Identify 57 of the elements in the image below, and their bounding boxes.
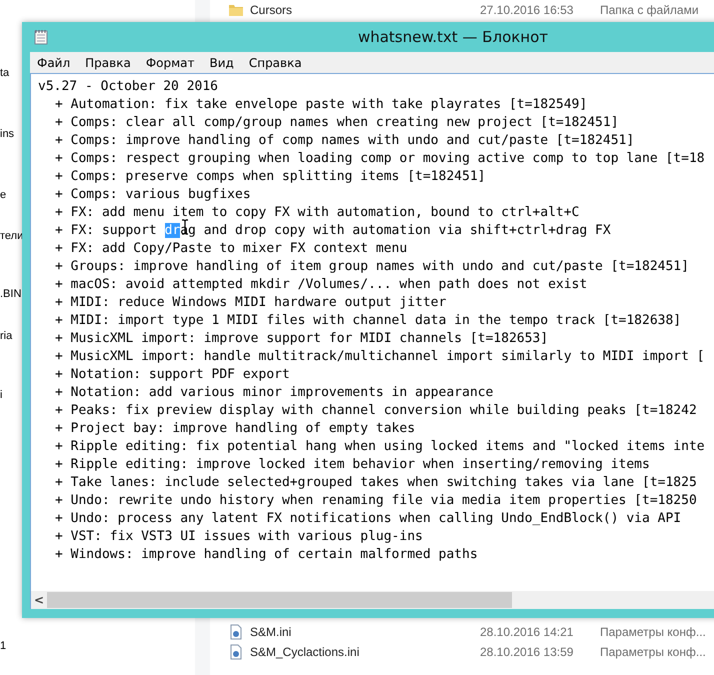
text-line: + Automation: fix take envelope paste with take playrates [t=182549] — [54, 96, 588, 114]
text-line: + Undo: rewrite undo history when renaming file via media item properties [t=18250 — [54, 492, 698, 510]
text-line: + MusicXML import: improve support for MIDI channels [t=182653] — [54, 330, 550, 348]
text-line: + Comps: clear all comp/group names when creating new project [t=182451] — [54, 114, 620, 132]
text-line: + Comps: improve handling of comp names with undo and cut/paste [t=182451] — [54, 132, 636, 150]
text-line: + Groups: improve handling of item group names with undo and cut/paste [t=182451] — [54, 258, 690, 276]
nav-item[interactable]: ria — [0, 329, 12, 343]
nav-item[interactable]: i — [0, 388, 2, 402]
text-line: + VST: fix VST3 UI issues with various plug-ins — [54, 528, 424, 546]
file-name[interactable]: S&M.ini — [250, 625, 480, 639]
menu-item[interactable]: Формат — [138, 56, 203, 70]
file-type: Параметры конф... — [600, 625, 706, 639]
file-type: Параметры конф... — [600, 645, 706, 659]
window-title: whatsnew.txt — Блокнот — [356, 28, 550, 46]
horizontal-scrollbar[interactable]: < — [30, 591, 714, 609]
notepad-icon — [34, 29, 48, 45]
text-line: + FX: add menu item to copy FX with automation, bound to ctrl+alt+C — [54, 204, 580, 222]
pane-splitter[interactable] — [195, 0, 210, 22]
text-line: + Project bay: improve handling of empty takes — [54, 420, 416, 438]
text-line: + Comps: respect grouping when loading comp or moving active comp to top lane [t=18 — [54, 150, 706, 168]
text-line: + Notation: add various minor improvements in appearance — [54, 384, 494, 402]
text-line: + Ripple editing: fix potential hang when using locked items and "locked items inte — [54, 438, 706, 456]
nav-item[interactable]: e — [0, 188, 6, 202]
text-line: + MusicXML import: handle multitrack/multichannel import similarly to MIDI import [ — [54, 348, 706, 366]
text-line: + Undo: process any latent FX notifications when calling Undo_EndBlock() via API — [54, 510, 682, 528]
nav-item[interactable]: 1 — [0, 639, 6, 653]
settings-file-icon — [228, 624, 244, 640]
text-line: + Comps: preserve comps when splitting items [t=182451] — [54, 168, 486, 186]
text-line: + Comps: various bugfixes — [54, 186, 252, 204]
text-line: + FX: add Copy/Paste to mixer FX context menu — [54, 240, 408, 258]
text-line: + Ripple editing: improve locked item behavior when inserting/removing items — [54, 456, 651, 474]
menu-item[interactable]: Вид — [202, 56, 242, 70]
settings-file-icon — [228, 644, 244, 660]
text-line: + MIDI: reduce Windows MIDI hardware output jitter — [54, 294, 448, 312]
text-line: + Notation: support PDF export — [54, 366, 291, 384]
menu-item[interactable]: Справка — [242, 56, 310, 70]
file-type: Папка с файлами — [600, 3, 699, 17]
text-line: + Windows: improve handling of certain malformed paths — [54, 546, 479, 564]
file-name[interactable]: Cursors — [250, 3, 480, 17]
folder-icon — [228, 4, 244, 16]
text-line: + macOS: avoid attempted mkdir /Volumes/... when path does not exist — [54, 276, 588, 294]
nav-item[interactable]: .BIN — [0, 287, 22, 301]
menu-item[interactable]: Правка — [78, 56, 139, 70]
nav-item[interactable]: ins — [0, 127, 14, 141]
scroll-left-button[interactable]: < — [31, 593, 47, 607]
file-date: 28.10.2016 14:21 — [480, 625, 574, 639]
nav-item[interactable]: ta — [0, 66, 10, 80]
text-line: v5.27 - October 20 2016 — [38, 78, 220, 96]
file-date: 27.10.2016 16:53 — [480, 3, 574, 17]
menu-item[interactable]: Файл — [30, 56, 78, 70]
file-name[interactable]: S&M_Cyclactions.ini — [250, 645, 480, 659]
text-line: + Peaks: fix preview display with channel conversion while building peaks [t=18242 — [54, 402, 698, 420]
scroll-thumb[interactable] — [47, 592, 512, 608]
text-line: + MIDI: import type 1 MIDI files with channel data in the tempo track [t=182638] — [54, 312, 682, 330]
file-date: 28.10.2016 13:59 — [480, 645, 574, 659]
text-line: + Take lanes: include selected+grouped takes when switching takes via lane [t=1825 — [54, 474, 698, 492]
pane-splitter[interactable] — [195, 618, 210, 675]
